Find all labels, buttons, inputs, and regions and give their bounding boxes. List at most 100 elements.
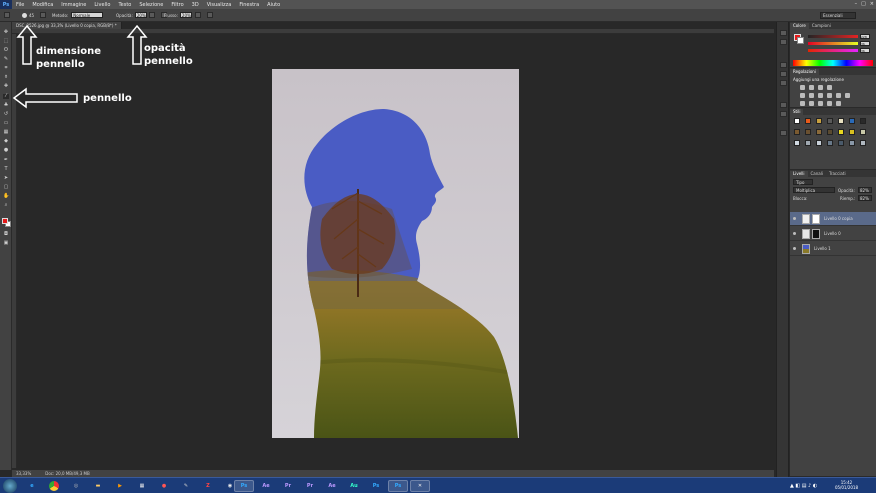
premiere-taskbar-icon[interactable]: Pr (278, 480, 298, 492)
after-effects-taskbar-icon[interactable]: Ae (256, 480, 276, 492)
photo-filter-icon[interactable] (836, 93, 841, 98)
color-balance-icon[interactable] (818, 93, 823, 98)
app-taskbar-icon[interactable]: ✕ (410, 480, 430, 492)
levels-icon[interactable] (809, 85, 814, 90)
document-tab[interactable]: DSC_8526.jpg @ 33,3% (Livello 0 copia, R… (12, 22, 122, 29)
fill-field[interactable]: 82% (858, 195, 872, 201)
style-swatch[interactable] (794, 140, 800, 146)
style-swatch[interactable] (805, 129, 811, 135)
brush-tool-icon[interactable]: ⁄ (3, 94, 9, 99)
menu-aiuto[interactable]: Aiuto (263, 2, 284, 8)
blur-tool-icon[interactable]: ◆ (3, 139, 9, 144)
character-panel-icon[interactable] (780, 102, 787, 108)
app-taskbar-icon[interactable]: ◎ (66, 480, 86, 492)
quick-mask-icon[interactable]: ◘ (3, 232, 9, 237)
type-tool-icon[interactable]: T (3, 167, 9, 172)
menu-livello[interactable]: Livello (90, 2, 114, 8)
after-effects-taskbar-icon[interactable]: Ae (322, 480, 342, 492)
blue-slider[interactable] (808, 49, 858, 52)
dodge-tool-icon[interactable]: ● (3, 148, 9, 153)
style-swatch[interactable] (849, 118, 855, 124)
layer-mask-thumbnail[interactable] (812, 229, 820, 239)
properties-panel-icon[interactable] (780, 39, 787, 45)
hue-saturation-icon[interactable] (809, 93, 814, 98)
style-swatch[interactable] (827, 140, 833, 146)
style-swatch[interactable] (860, 140, 866, 146)
workspace-select[interactable]: Essenziali (820, 12, 856, 19)
tab-livelli[interactable]: Livelli (790, 171, 808, 177)
history-panel-icon[interactable] (780, 30, 787, 36)
photoshop-taskbar-icon[interactable]: Ps (234, 480, 254, 492)
app-taskbar-icon[interactable]: ▦ (132, 480, 152, 492)
invert-icon[interactable] (800, 101, 805, 106)
app-taskbar-icon[interactable]: ● (154, 480, 174, 492)
zoom-tool-icon[interactable]: ⌕ (3, 203, 9, 208)
brush-presets-panel-icon[interactable] (780, 71, 787, 77)
photoshop-taskbar-icon[interactable]: Ps (366, 480, 386, 492)
selective-color-icon[interactable] (827, 101, 832, 106)
red-value[interactable]: 228 (860, 34, 870, 39)
document-canvas[interactable] (272, 69, 519, 438)
tab-campioni[interactable]: Campioni (809, 23, 834, 29)
flow-field[interactable]: 20% (179, 12, 192, 18)
system-clock[interactable]: 15:42 05/01/2018 (835, 480, 858, 490)
move-tool-icon[interactable]: ✥ (3, 30, 9, 35)
blend-mode-select[interactable]: Moltiplica (793, 187, 835, 193)
menu-file[interactable]: File (12, 2, 28, 8)
tray-icons[interactable]: ▲ ◧ ▤ ♪ ◐ (790, 483, 817, 489)
color-spectrum[interactable] (793, 60, 873, 66)
brush-tool-preset-icon[interactable] (4, 12, 10, 18)
minimize-button[interactable]: – (855, 1, 858, 7)
brush-size-picker[interactable]: 45 (22, 12, 34, 18)
visibility-eye-icon[interactable] (793, 232, 796, 235)
style-swatch[interactable] (860, 118, 866, 124)
vibrance-icon[interactable] (800, 93, 805, 98)
chrome-taskbar-icon[interactable] (44, 480, 64, 492)
explorer-taskbar-icon[interactable]: ▬ (88, 480, 108, 492)
opacity-pressure-icon[interactable] (148, 12, 155, 18)
style-swatch[interactable] (816, 140, 822, 146)
style-swatch[interactable] (816, 118, 822, 124)
eraser-tool-icon[interactable]: ▭ (3, 121, 9, 126)
tab-regolazioni[interactable]: Regolazioni (790, 69, 819, 75)
style-swatch[interactable] (838, 118, 844, 124)
quick-selection-tool-icon[interactable]: ✎ (3, 57, 9, 62)
menu-finestra[interactable]: Finestra (235, 2, 263, 8)
media-player-taskbar-icon[interactable]: ▶ (110, 480, 130, 492)
posterize-icon[interactable] (809, 101, 814, 106)
style-swatch[interactable] (860, 129, 866, 135)
pen-tool-icon[interactable]: ✒ (3, 158, 9, 163)
paragraph-panel-icon[interactable] (780, 111, 787, 117)
maximize-button[interactable]: □ (861, 1, 866, 7)
tab-colore[interactable]: Colore (790, 23, 809, 29)
lasso-tool-icon[interactable]: ʘ (3, 48, 9, 53)
style-swatch[interactable] (849, 140, 855, 146)
brightness-contrast-icon[interactable] (800, 85, 805, 90)
flow-pressure-icon[interactable] (194, 12, 201, 18)
screen-mode-icon[interactable]: ▣ (3, 241, 9, 246)
green-value[interactable]: 36 (860, 41, 870, 46)
crop-tool-icon[interactable]: ⌗ (3, 66, 9, 71)
brush-panel-toggle-icon[interactable] (40, 12, 46, 18)
marquee-tool-icon[interactable]: ⬚ (3, 39, 9, 44)
gradient-tool-icon[interactable]: ▦ (3, 130, 9, 135)
style-swatch[interactable] (794, 129, 800, 135)
style-swatch[interactable] (794, 118, 800, 124)
brush-panel-icon[interactable] (780, 62, 787, 68)
clone-source-panel-icon[interactable] (780, 80, 787, 86)
mode-select[interactable]: Normale (71, 12, 104, 18)
shape-tool-icon[interactable]: ▢ (3, 185, 9, 190)
color-panel-background-swatch[interactable] (797, 37, 804, 44)
menu-modifica[interactable]: Modifica (28, 2, 57, 8)
audition-taskbar-icon[interactable]: Au (344, 480, 364, 492)
info-panel-icon[interactable] (780, 130, 787, 136)
style-swatch[interactable] (849, 129, 855, 135)
layer-mask-thumbnail[interactable] (812, 214, 820, 224)
style-swatch[interactable] (838, 129, 844, 135)
app-taskbar-icon[interactable]: ✎ (176, 480, 196, 492)
blue-value[interactable]: 36 (860, 48, 870, 53)
tab-canali[interactable]: Canali (808, 171, 826, 177)
menu-visualizza[interactable]: Visualizza (203, 2, 236, 8)
photoshop-taskbar-icon[interactable]: Ps (388, 480, 408, 492)
foreground-color-swatch[interactable] (2, 218, 8, 224)
